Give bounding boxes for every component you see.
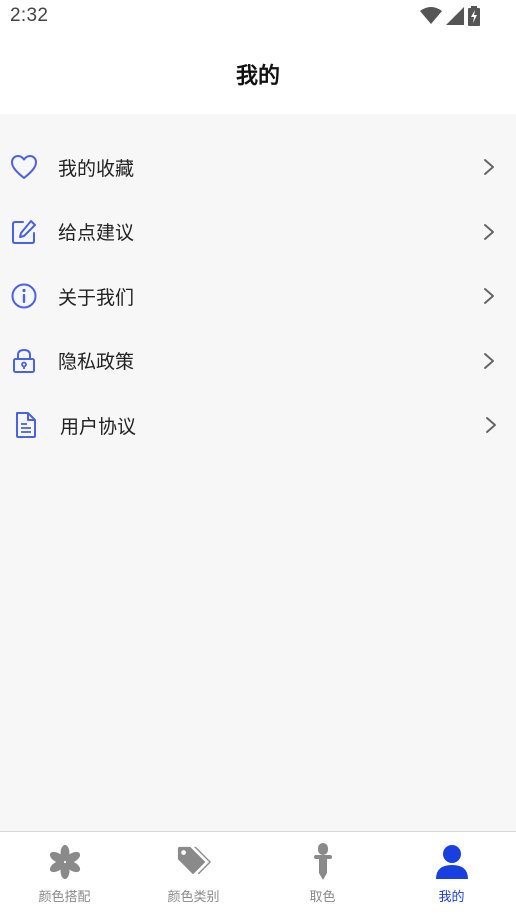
nav-label: 颜色搭配 — [38, 890, 91, 905]
menu-item-label: 给点建议 — [58, 222, 135, 245]
edit-icon — [10, 218, 38, 246]
lock-icon — [10, 347, 38, 375]
menu-item-label: 关于我们 — [58, 286, 135, 309]
menu-item-feedback[interactable]: 给点建议 — [0, 200, 516, 265]
menu-item-privacy[interactable]: 隐私政策 — [0, 329, 516, 394]
menu-item-user-agreement[interactable]: 用户协议 — [0, 393, 516, 458]
battery-icon — [468, 6, 480, 26]
menu-item-label: 我的收藏 — [58, 157, 135, 180]
dropper-icon — [305, 843, 341, 880]
wifi-icon — [420, 7, 442, 24]
menu-item-label: 隐私政策 — [58, 351, 135, 374]
document-icon — [12, 411, 40, 439]
screen: 2:32 我的 我的收藏 给点建议 关于我们 隐私政策 用户协议 颜色搭配 颜色… — [0, 0, 516, 918]
status-time: 2:32 — [10, 5, 49, 26]
heart-icon — [10, 153, 38, 181]
asterisk-icon — [47, 844, 83, 880]
chevron-right-icon — [484, 223, 494, 240]
nav-label: 我的 — [438, 890, 465, 905]
menu-item-label: 用户协议 — [60, 415, 137, 438]
chevron-right-icon — [486, 417, 496, 434]
menu-item-about[interactable]: 关于我们 — [0, 264, 516, 329]
chevron-right-icon — [484, 159, 494, 176]
nav-item-mine[interactable]: 我的 — [387, 832, 516, 918]
user-icon — [434, 844, 470, 880]
nav-label: 颜色类别 — [167, 890, 220, 905]
status-bar: 2:32 — [0, 0, 516, 34]
status-icons — [420, 6, 480, 26]
signal-icon — [446, 7, 464, 25]
menu-item-favorites[interactable]: 我的收藏 — [0, 135, 516, 200]
app-bar: 我的 — [0, 34, 516, 114]
nav-item-pick-color[interactable]: 取色 — [258, 832, 387, 918]
nav-label: 取色 — [309, 890, 336, 905]
chevron-right-icon — [484, 352, 494, 369]
tag-icon — [176, 844, 212, 880]
bottom-nav: 颜色搭配 颜色类别 取色 我的 — [0, 831, 516, 918]
info-icon — [10, 282, 38, 310]
chevron-right-icon — [484, 288, 494, 305]
menu-list: 我的收藏 给点建议 关于我们 隐私政策 用户协议 — [0, 114, 516, 458]
nav-item-color-matching[interactable]: 颜色搭配 — [0, 832, 129, 918]
page-title: 我的 — [235, 64, 280, 89]
nav-item-color-category[interactable]: 颜色类别 — [129, 832, 258, 918]
